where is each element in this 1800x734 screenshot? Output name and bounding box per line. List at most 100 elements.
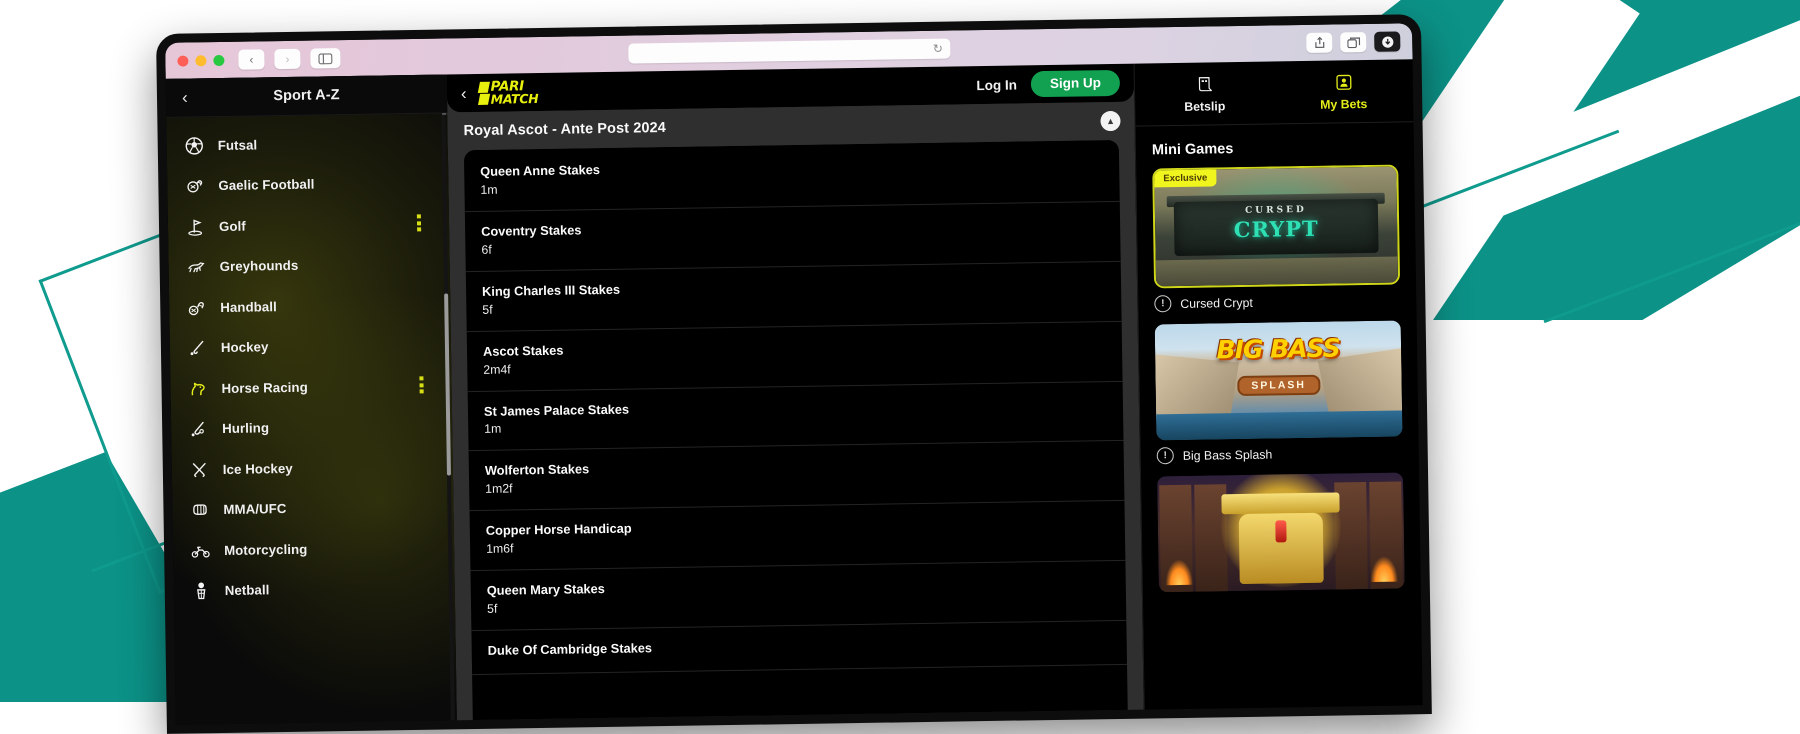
tab-label: Betslip <box>1184 99 1225 114</box>
race-row[interactable]: Coventry Stakes 6f <box>465 202 1121 272</box>
browser-forward-button[interactable]: › <box>274 49 300 69</box>
race-row[interactable]: Copper Horse Handicap 1m6f <box>470 501 1126 571</box>
sidebar-back-button[interactable]: ‹ <box>182 89 188 106</box>
sidebar-item-greyhounds[interactable]: Greyhounds <box>168 243 450 288</box>
game-thumbnail[interactable] <box>1157 472 1405 592</box>
art-water <box>1156 411 1402 440</box>
futsal-icon <box>183 134 205 156</box>
page-title: Royal Ascot - Ante Post 2024 <box>463 120 666 139</box>
game-thumbnail[interactable]: Exclusive CURSED CRYPT <box>1152 165 1400 289</box>
art-slab <box>1221 492 1339 515</box>
toolbar-right-group <box>1306 31 1400 52</box>
sidebar-item-hurling[interactable]: Hurling <box>171 405 453 450</box>
chevron-up-icon[interactable]: ▲ <box>1100 111 1120 131</box>
game-card[interactable]: Exclusive CURSED CRYPT ! <box>1152 165 1400 313</box>
sidebar-item-label: Ice Hockey <box>223 461 293 477</box>
greyhound-icon <box>184 256 206 278</box>
info-icon[interactable]: ! <box>1154 295 1171 312</box>
race-row[interactable]: King Charles III Stakes 5f <box>466 262 1122 332</box>
race-row[interactable]: Duke Of Cambridge Stakes <box>471 621 1127 675</box>
sidebar-item-mma-ufc[interactable]: MMA/UFC <box>172 486 454 531</box>
game-thumbnail[interactable]: BIG BASS SPLASH <box>1155 320 1403 440</box>
extension-icon[interactable] <box>1374 31 1400 51</box>
sidebar-item-handball[interactable]: Handball <box>169 283 451 328</box>
login-button[interactable]: Log In <box>976 77 1017 93</box>
sidebar-item-label: Netball <box>225 583 270 599</box>
sidebar-toggle-icon[interactable] <box>310 48 340 68</box>
tab-betslip[interactable]: Betslip <box>1135 61 1275 125</box>
game-art-title: CURSED CRYPT <box>1155 205 1397 242</box>
betslip-tabs: Betslip My Bets <box>1135 59 1414 126</box>
betslip-icon <box>1194 74 1214 94</box>
right-panel: Betslip My Bets Mini Games <box>1134 59 1423 727</box>
race-list: Queen Anne Stakes 1m Coventry Stakes 6f … <box>464 140 1128 734</box>
sidebar-item-label: Hurling <box>222 421 269 437</box>
browser-back-button[interactable]: ‹ <box>238 49 264 69</box>
game-art-subtitle: SPLASH <box>1237 375 1320 396</box>
share-icon[interactable] <box>1306 33 1332 53</box>
sidebar-item-label: Futsal <box>218 137 258 153</box>
sidebar-item-label: Gaelic Football <box>218 177 314 194</box>
address-bar[interactable]: ↻ <box>628 39 950 64</box>
motorcycling-icon <box>189 539 211 561</box>
game-card[interactable] <box>1157 472 1405 592</box>
mini-games-list: Exclusive CURSED CRYPT ! <box>1136 164 1423 727</box>
browser-window: ‹ › ↻ <box>156 14 1432 734</box>
sidebar-item-label: Handball <box>220 299 277 315</box>
sidebar-item-label: MMA/UFC <box>223 501 286 517</box>
tab-label: My Bets <box>1320 96 1367 111</box>
sidebar-item-label: Hockey <box>221 340 269 356</box>
browser-window-wrapper: ‹ › ↻ <box>156 14 1432 734</box>
info-icon[interactable]: ! <box>1157 447 1174 464</box>
art-gem <box>1275 521 1286 543</box>
logo-text-bottom: MATCH <box>491 93 539 105</box>
horse-racing-icon <box>186 377 208 399</box>
sidebar-item-label: Golf <box>219 218 246 233</box>
logo-chip <box>478 93 490 104</box>
game-card[interactable]: BIG BASS SPLASH ! Big Bass Splash <box>1155 320 1403 464</box>
exclusive-badge: Exclusive <box>1154 169 1216 187</box>
sidebar-item-horse-racing[interactable]: Horse Racing <box>170 364 452 409</box>
tab-my-bets[interactable]: My Bets <box>1274 59 1414 123</box>
game-label-row: ! Cursed Crypt <box>1154 291 1400 312</box>
golf-icon <box>184 215 206 237</box>
logo-row-bottom: MATCH <box>479 93 539 105</box>
game-label-row: ! Big Bass Splash <box>1157 443 1403 464</box>
art-flame <box>1166 559 1193 585</box>
race-name: Duke Of Cambridge Stakes <box>488 633 1111 660</box>
race-row[interactable]: Wolferton Stakes 1m2f <box>469 441 1125 511</box>
tabs-icon[interactable] <box>1340 32 1366 52</box>
drag-handle[interactable] <box>419 377 423 394</box>
race-row[interactable]: Ascot Stakes 2m4f <box>467 321 1123 391</box>
maximize-window-button[interactable] <box>213 54 224 65</box>
sidebar-header: ‹ Sport A-Z <box>166 74 448 117</box>
sidebar-item-hockey[interactable]: Hockey <box>170 324 452 369</box>
minimize-window-button[interactable] <box>195 55 206 66</box>
sidebar-item-motorcycling[interactable]: Motorcycling <box>173 526 455 571</box>
sidebar-sport-list: Futsal Gaelic Football Golf <box>166 113 457 733</box>
game-art-big-bass-splash: BIG BASS SPLASH <box>1155 320 1403 440</box>
signup-button[interactable]: Sign Up <box>1031 70 1120 97</box>
header-back-button[interactable]: ‹ <box>461 85 467 102</box>
window-traffic-lights <box>177 54 224 66</box>
gaelic-football-icon <box>183 175 205 197</box>
sidebar-item-label: Horse Racing <box>221 379 307 395</box>
race-row[interactable]: Queen Mary Stakes 5f <box>470 561 1126 631</box>
sidebar-item-futsal[interactable]: Futsal <box>166 121 448 166</box>
hockey-icon <box>186 337 208 359</box>
game-art-maintitle: CRYPT <box>1234 216 1319 242</box>
sport-az-sidebar: ‹ Sport A-Z Futsal Gaelic Football <box>166 74 457 733</box>
sidebar-item-golf[interactable]: Golf <box>168 202 450 247</box>
race-row[interactable]: Queen Anne Stakes 1m <box>464 140 1120 212</box>
sidebar-item-ice-hockey[interactable]: Ice Hockey <box>172 445 454 490</box>
my-bets-icon <box>1333 72 1353 92</box>
parimatch-logo[interactable]: PARI MATCH <box>478 81 538 105</box>
race-row[interactable]: St James Palace Stakes 1m <box>468 381 1124 451</box>
sidebar-item-gaelic-football[interactable]: Gaelic Football <box>167 162 449 207</box>
auth-buttons: Log In Sign Up <box>976 70 1120 98</box>
sidebar-item-netball[interactable]: Netball <box>173 567 455 612</box>
sidebar-item-label: Motorcycling <box>224 541 307 557</box>
reload-icon[interactable]: ↻ <box>933 43 943 55</box>
drag-handle[interactable] <box>417 215 421 232</box>
close-window-button[interactable] <box>177 55 188 66</box>
